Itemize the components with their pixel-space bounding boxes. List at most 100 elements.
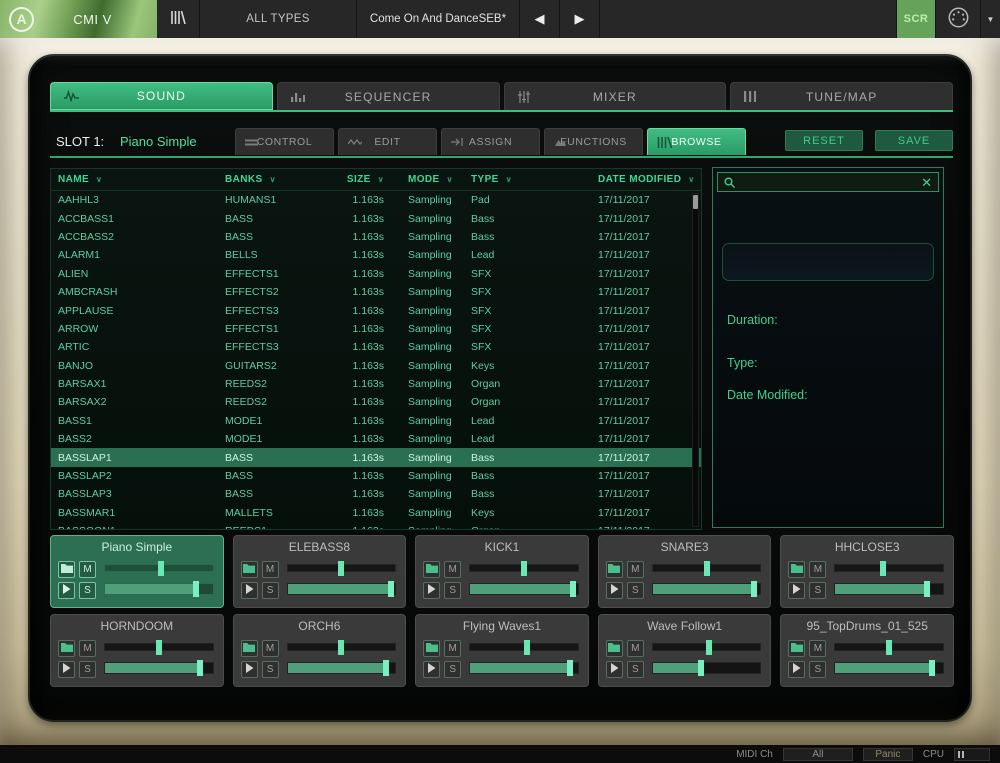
midi-channel-select[interactable]: All: [783, 748, 853, 761]
table-row[interactable]: ARTICEFFECTS31.163sSamplingSFX17/11/2017: [51, 338, 701, 356]
edit-button[interactable]: EDIT: [338, 128, 437, 155]
preview-play-button[interactable]: [58, 582, 75, 599]
filter-all-types[interactable]: ALL TYPES: [200, 0, 357, 38]
slot-panel-snare3[interactable]: SNARE3 M S: [598, 535, 772, 608]
load-sample-button[interactable]: [241, 561, 258, 578]
table-row[interactable]: BASSLAP1BASS1.163sSamplingBass17/11/2017: [51, 448, 701, 466]
solo-button[interactable]: S: [809, 661, 826, 678]
mute-button[interactable]: M: [809, 640, 826, 657]
save-button[interactable]: SAVE: [875, 130, 953, 151]
volume-slider-handle[interactable]: [567, 660, 573, 676]
pan-slider[interactable]: [834, 564, 944, 572]
pan-slider-handle[interactable]: [156, 640, 162, 655]
volume-slider-handle[interactable]: [197, 660, 203, 676]
tab-mixer[interactable]: MIXER: [504, 82, 727, 110]
search-input[interactable]: [741, 176, 915, 188]
preview-play-button[interactable]: [788, 582, 805, 599]
table-row[interactable]: BASSLAP3BASS1.163sSamplingBass17/11/2017: [51, 485, 701, 503]
pan-slider[interactable]: [469, 564, 579, 572]
pan-slider-handle[interactable]: [338, 640, 344, 655]
pan-slider-handle[interactable]: [706, 640, 712, 655]
solo-button[interactable]: S: [262, 661, 279, 678]
volume-slider-handle[interactable]: [751, 581, 757, 597]
slot-panel-piano-simple[interactable]: Piano Simple M S: [50, 535, 224, 608]
load-sample-button[interactable]: [423, 640, 440, 657]
table-row[interactable]: ARROWEFFECTS11.163sSamplingSFX17/11/2017: [51, 320, 701, 338]
table-row[interactable]: BASSMAR1MALLETS1.163sSamplingKeys17/11/2…: [51, 504, 701, 522]
volume-slider-handle[interactable]: [924, 581, 930, 597]
table-row[interactable]: BASS2MODE11.163sSamplingLead17/11/2017: [51, 430, 701, 448]
table-row[interactable]: ACCBASS2BASS1.163sSamplingBass17/11/2017: [51, 228, 701, 246]
slot-panel-95-topdrums-01-525[interactable]: 95_TopDrums_01_525 M S: [780, 614, 954, 687]
mute-button[interactable]: M: [444, 640, 461, 657]
load-sample-button[interactable]: [606, 640, 623, 657]
table-row[interactable]: BANJOGUITARS21.163sSamplingKeys17/11/201…: [51, 357, 701, 375]
slot-panel-hhclose3[interactable]: HHCLOSE3 M S: [780, 535, 954, 608]
solo-button[interactable]: S: [444, 661, 461, 678]
volume-slider-handle[interactable]: [929, 660, 935, 676]
pan-slider[interactable]: [652, 564, 762, 572]
load-sample-button[interactable]: [58, 640, 75, 657]
slot-panel-orch6[interactable]: ORCH6 M S: [233, 614, 407, 687]
pan-slider[interactable]: [287, 643, 397, 651]
load-sample-button[interactable]: [58, 561, 75, 578]
volume-slider[interactable]: [469, 662, 579, 674]
table-row[interactable]: ALARM1BELLS1.163sSamplingLead17/11/2017: [51, 246, 701, 264]
preview-play-button[interactable]: [241, 582, 258, 599]
volume-slider[interactable]: [104, 583, 214, 595]
pan-slider[interactable]: [469, 643, 579, 651]
volume-slider[interactable]: [834, 662, 944, 674]
volume-slider[interactable]: [652, 583, 762, 595]
load-sample-button[interactable]: [788, 561, 805, 578]
table-row[interactable]: ALIENEFFECTS11.163sSamplingSFX17/11/2017: [51, 265, 701, 283]
volume-slider[interactable]: [104, 662, 214, 674]
slot-panel-horndoom[interactable]: HORNDOOM M S: [50, 614, 224, 687]
load-sample-button[interactable]: [788, 640, 805, 657]
functions-button[interactable]: FUNCTIONS: [544, 128, 643, 155]
volume-slider-handle[interactable]: [388, 581, 394, 597]
table-row[interactable]: AMBCRASHEFFECTS21.163sSamplingSFX17/11/2…: [51, 283, 701, 301]
table-row[interactable]: BARSAX2REEDS21.163sSamplingOrgan17/11/20…: [51, 393, 701, 411]
slot-preset-name[interactable]: Piano Simple: [120, 134, 197, 149]
pan-slider-handle[interactable]: [886, 640, 892, 655]
solo-button[interactable]: S: [627, 582, 644, 599]
table-row[interactable]: AAHHL3HUMANS11.163sSamplingPad17/11/2017: [51, 191, 701, 209]
preview-play-button[interactable]: [423, 661, 440, 678]
solo-button[interactable]: S: [627, 661, 644, 678]
table-row[interactable]: BASS1MODE11.163sSamplingLead17/11/2017: [51, 412, 701, 430]
pan-slider-handle[interactable]: [704, 561, 710, 576]
pan-slider[interactable]: [104, 643, 214, 651]
preset-browser-button[interactable]: [157, 0, 200, 38]
volume-slider-handle[interactable]: [383, 660, 389, 676]
pan-slider-handle[interactable]: [158, 561, 164, 576]
pan-slider-handle[interactable]: [524, 640, 530, 655]
table-row[interactable]: APPLAUSEEFFECTS31.163sSamplingSFX17/11/2…: [51, 301, 701, 319]
mute-button[interactable]: M: [262, 561, 279, 578]
tab-sequencer[interactable]: SEQUENCER: [277, 82, 500, 110]
mute-button[interactable]: M: [79, 561, 96, 578]
scr-toggle-button[interactable]: SCR: [897, 0, 936, 38]
tab-tune-map[interactable]: TUNE/MAP: [730, 82, 953, 110]
scrollbar-thumb[interactable]: [693, 195, 698, 209]
previous-preset-button[interactable]: ◀: [520, 0, 560, 38]
table-scrollbar[interactable]: [692, 193, 699, 527]
column-header-size[interactable]: SIZE ∨: [348, 174, 408, 185]
volume-slider[interactable]: [287, 662, 397, 674]
slot-panel-elebass8[interactable]: ELEBASS8 M S: [233, 535, 407, 608]
column-header-name[interactable]: NAME ∨: [58, 174, 225, 185]
table-row[interactable]: BASSOON1REEDS11.163sSamplingOrgan17/11/2…: [51, 522, 701, 530]
solo-button[interactable]: S: [809, 582, 826, 599]
reset-button[interactable]: RESET: [785, 130, 863, 151]
load-sample-button[interactable]: [241, 640, 258, 657]
titlebar-dropdown-button[interactable]: ▼: [981, 0, 1000, 38]
slot-panel-flying-waves1[interactable]: Flying Waves1 M S: [415, 614, 589, 687]
volume-slider[interactable]: [469, 583, 579, 595]
preview-play-button[interactable]: [58, 661, 75, 678]
volume-slider-handle[interactable]: [698, 660, 704, 676]
next-preset-button[interactable]: ▶: [560, 0, 600, 38]
column-header-date-modified[interactable]: DATE MODIFIED ∨: [598, 174, 701, 185]
mute-button[interactable]: M: [79, 640, 96, 657]
volume-slider[interactable]: [834, 583, 944, 595]
column-header-banks[interactable]: BANKS ∨: [225, 174, 348, 185]
browse-button[interactable]: BROWSE: [647, 128, 746, 155]
